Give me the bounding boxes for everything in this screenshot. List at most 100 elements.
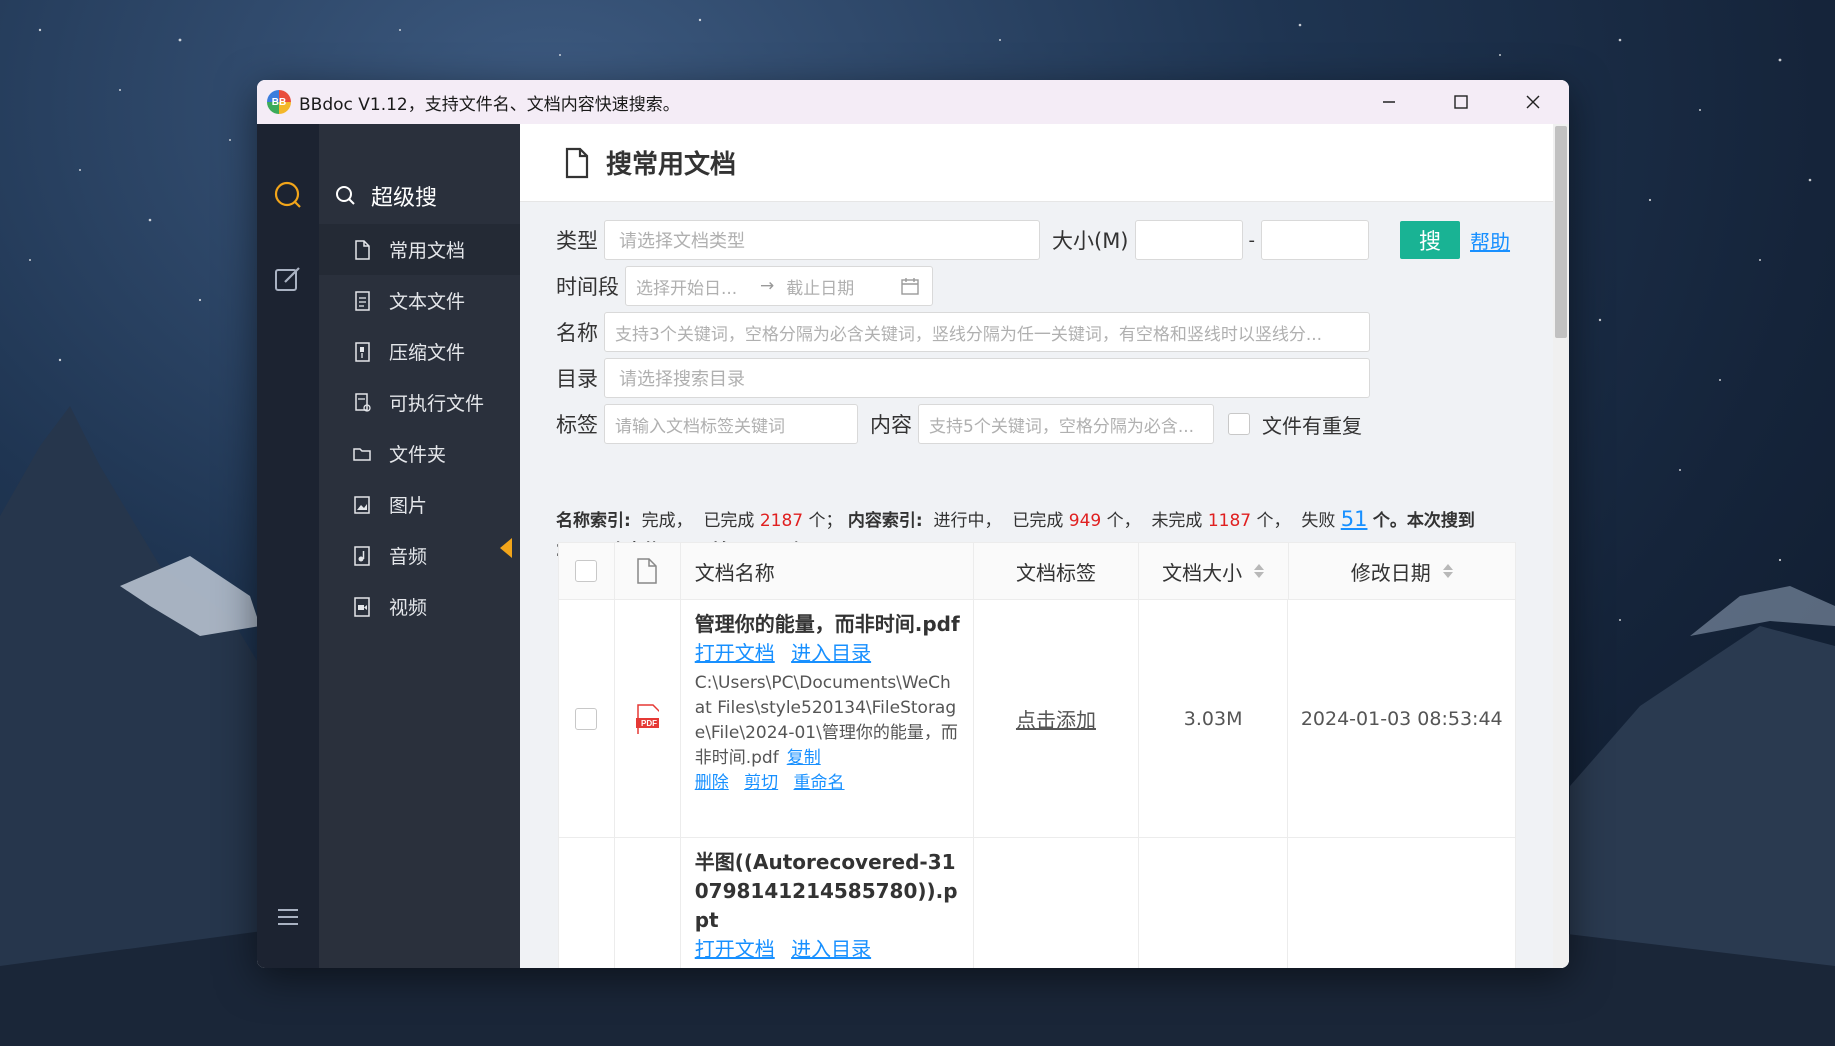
sidebar: 超级搜 常用文档 文本文件 压缩文件 可执行文件 文件夹 图片 音频 视频 [319,124,520,968]
rename-link[interactable]: 重命名 [794,773,845,793]
sidebar-item-label: 视频 [389,597,428,619]
text-file-icon [355,290,370,311]
minimize-button[interactable] [1353,80,1425,124]
type-label: 类型 [556,229,598,253]
page-header: 搜常用文档 [520,124,1569,202]
size-max-input[interactable] [1261,220,1370,260]
sidebar-item-folders[interactable]: 文件夹 [319,428,520,479]
doc-path-text: C:\Users\PC\Documents\WeChat Files\style… [694,673,958,768]
close-button[interactable] [1497,80,1569,124]
tag-label: 标签 [556,413,598,437]
file-icon [637,558,658,584]
rail-menu-button[interactable] [257,906,319,928]
size-label: 大小(M) [1052,229,1129,253]
doc-name-cell: 半图((Autorecovered-310798141214585780)).p… [681,838,975,968]
folder-icon [353,447,371,461]
type-select[interactable]: 请选择文档类型 [604,220,1040,260]
content-index-label: 内容索引: [847,511,923,531]
hamburger-menu-icon [278,909,298,925]
open-doc-link[interactable]: 打开文档 [695,641,775,665]
sidebar-item-label: 音频 [389,546,428,568]
document-icon [565,147,589,178]
file-operations: 删除 剪切 重命名 [695,771,855,795]
directory-select[interactable]: 请选择搜索目录 [604,358,1370,398]
unit-comma: 个， [1106,511,1141,531]
vertical-scrollbar[interactable] [1553,124,1569,968]
sidebar-item-audio[interactable]: 音频 [319,530,520,581]
open-doc-link[interactable]: 打开文档 [695,937,775,961]
open-dir-link[interactable]: 进入目录 [791,937,871,961]
doc-links: 打开文档 进入目录 [695,639,881,667]
help-link[interactable]: 帮助 [1470,226,1510,255]
search-icon [336,186,355,205]
start-date-input[interactable]: 选择开始日... [636,274,748,299]
video-icon [354,596,370,617]
sidebar-item-text-files[interactable]: 文本文件 [319,275,520,326]
doc-date: 2024-01-03 08:53:44 [1300,707,1503,730]
duplicate-checkbox[interactable] [1228,413,1250,435]
content-label: 内容 [870,413,912,437]
sidebar-item-executables[interactable]: 可执行文件 [319,377,520,428]
app-window: BB BBdoc V1.12，支持文件名、文档内容快速搜索。 超级搜 常用文档 … [257,80,1569,968]
doc-tag-cell [974,838,1139,968]
close-icon [1526,95,1540,109]
search-icon [274,181,301,208]
scrollbar-thumb[interactable] [1555,126,1567,338]
maximize-button[interactable] [1425,80,1497,124]
sort-icon[interactable] [1254,564,1265,578]
cut-link[interactable]: 剪切 [744,773,778,793]
period-label: 时间段 [556,275,619,299]
pdf-badge-text: PDF [641,719,657,728]
add-tag-link[interactable]: 点击添加 [1016,704,1096,733]
rail-search-button[interactable] [257,180,319,210]
sidebar-item-video[interactable]: 视频 [319,581,520,632]
app-logo-icon: BB [267,90,291,114]
header-modified-date[interactable]: 修改日期 [1288,543,1516,599]
edit-icon [275,267,300,291]
row-select-cell [559,600,615,837]
pdf-file-icon: PDF [636,703,660,734]
doc-date-cell [1288,838,1515,968]
row-checkbox[interactable] [575,707,598,730]
results-table: 文档名称 文档标签 文档大小 修改日期 PDF 管理你的能量，而非时间.pdf … [558,542,1516,968]
sidebar-item-images[interactable]: 图片 [319,479,520,530]
content-keyword-input[interactable]: 支持5个关键词，空格分隔为必含... [918,404,1214,444]
size-min-input[interactable] [1134,220,1243,260]
sort-icon[interactable] [1442,564,1453,578]
open-dir-link[interactable]: 进入目录 [791,641,871,665]
search-button[interactable]: 搜 [1400,221,1461,259]
name-keyword-input[interactable]: 支持3个关键词，空格分隔为必含关键词，竖线分隔为任一关键词，有空格和竖线时以竖线… [604,312,1370,352]
unit-comma: 个， [1256,511,1291,531]
date-range-picker[interactable]: 选择开始日... → 截止日期 [625,266,933,306]
page-title: 搜常用文档 [606,150,737,180]
table-row: PDF 管理你的能量，而非时间.pdf 打开文档 进入目录 C:\Users\P… [559,600,1515,838]
window-controls [1353,80,1569,124]
copy-link[interactable]: 复制 [787,748,821,768]
tag-keyword-input[interactable]: 请输入文档标签关键词 [604,404,858,444]
end-date-input[interactable]: 截止日期 [786,274,896,299]
select-all-cell [559,543,615,599]
collapse-sidebar-caret[interactable] [500,538,512,558]
select-all-checkbox[interactable] [575,560,598,582]
name-done-count: 2187 [759,511,804,531]
doc-name: 管理你的能量，而非时间.pdf [694,612,960,636]
form-row-tag: 标签 请输入文档标签关键词 内容 支持5个关键词，空格分隔为必含... 文件有重… [556,404,1362,444]
failed-prefix: 失败 [1301,511,1336,531]
done-prefix: 已完成 [703,511,755,531]
form-row-type: 类型 请选择文档类型 大小(M) - 搜 帮助 [556,220,1510,260]
sidebar-item-archives[interactable]: 压缩文件 [319,326,520,377]
audio-icon [354,545,370,566]
failed-count-link[interactable]: 51 [1341,507,1368,531]
size-separator: - [1248,229,1256,251]
not-done-prefix: 未完成 [1151,511,1203,531]
delete-link[interactable]: 删除 [695,773,729,793]
sidebar-header-super-search[interactable]: 超级搜 [319,168,520,224]
rail-edit-button[interactable] [257,264,319,294]
sidebar-item-label: 压缩文件 [389,342,466,364]
doc-tag-cell: 点击添加 [974,600,1139,837]
header-doc-size[interactable]: 文档大小 [1138,543,1289,599]
content-not-done-count: 1187 [1207,511,1252,531]
sidebar-item-common-docs[interactable]: 常用文档 [319,224,520,275]
content-done-count: 949 [1068,511,1102,531]
form-row-dir: 目录 请选择搜索目录 [556,358,1370,398]
